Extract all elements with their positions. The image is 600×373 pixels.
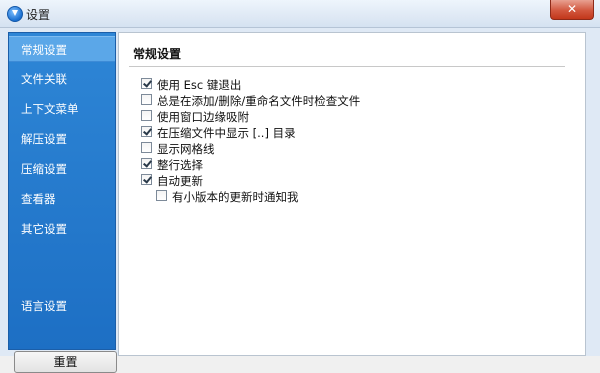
close-button[interactable]: ✕ — [550, 0, 594, 20]
sidebar-item-extract[interactable]: 解压设置 — [9, 126, 115, 152]
option-label: 使用 Esc 键退出 — [157, 78, 242, 92]
checkbox[interactable] — [141, 142, 152, 153]
sidebar-item-other[interactable]: 其它设置 — [9, 216, 115, 242]
reset-button[interactable]: 重置 — [14, 351, 117, 373]
settings-panel: 常规设置 使用 Esc 键退出 总是在添加/删除/重命名文件时检查文件 使用窗口… — [118, 32, 586, 356]
option-label: 有小版本的更新时通知我 — [172, 190, 299, 204]
sidebar-item-viewer[interactable]: 查看器 — [9, 186, 115, 212]
checkbox-checked[interactable] — [141, 174, 152, 185]
window-title: 设置 — [26, 8, 51, 22]
sidebar-item-compress[interactable]: 压缩设置 — [9, 156, 115, 182]
sidebar-item-general[interactable]: 常规设置 — [9, 36, 115, 62]
checkbox[interactable] — [141, 110, 152, 121]
checkbox[interactable] — [141, 94, 152, 105]
section-divider — [129, 66, 565, 67]
option-label: 在压缩文件中显示 [..] 目录 — [157, 126, 296, 140]
option-label: 自动更新 — [157, 174, 203, 188]
title-bar: 设置 ✕ — [0, 0, 600, 28]
app-icon — [7, 6, 23, 22]
option-label: 显示网格线 — [157, 142, 215, 156]
section-title: 常规设置 — [133, 47, 182, 61]
sidebar-item-context-menu[interactable]: 上下文菜单 — [9, 96, 115, 122]
sidebar-item-language[interactable]: 语言设置 — [9, 293, 115, 319]
sidebar: 常规设置 文件关联 上下文菜单 解压设置 压缩设置 查看器 其它设置 语言设置 — [8, 32, 116, 350]
checkbox-checked[interactable] — [141, 126, 152, 137]
option-label: 使用窗口边缘吸附 — [157, 110, 249, 124]
window-frame: 常规设置 文件关联 上下文菜单 解压设置 压缩设置 查看器 其它设置 语言设置 … — [0, 28, 600, 373]
checkbox-checked[interactable] — [141, 78, 152, 89]
option-label: 总是在添加/删除/重命名文件时检查文件 — [157, 94, 361, 108]
checkbox[interactable] — [156, 190, 167, 201]
sidebar-item-file-association[interactable]: 文件关联 — [9, 66, 115, 92]
checkbox-checked[interactable] — [141, 158, 152, 169]
option-label: 整行选择 — [157, 158, 203, 172]
